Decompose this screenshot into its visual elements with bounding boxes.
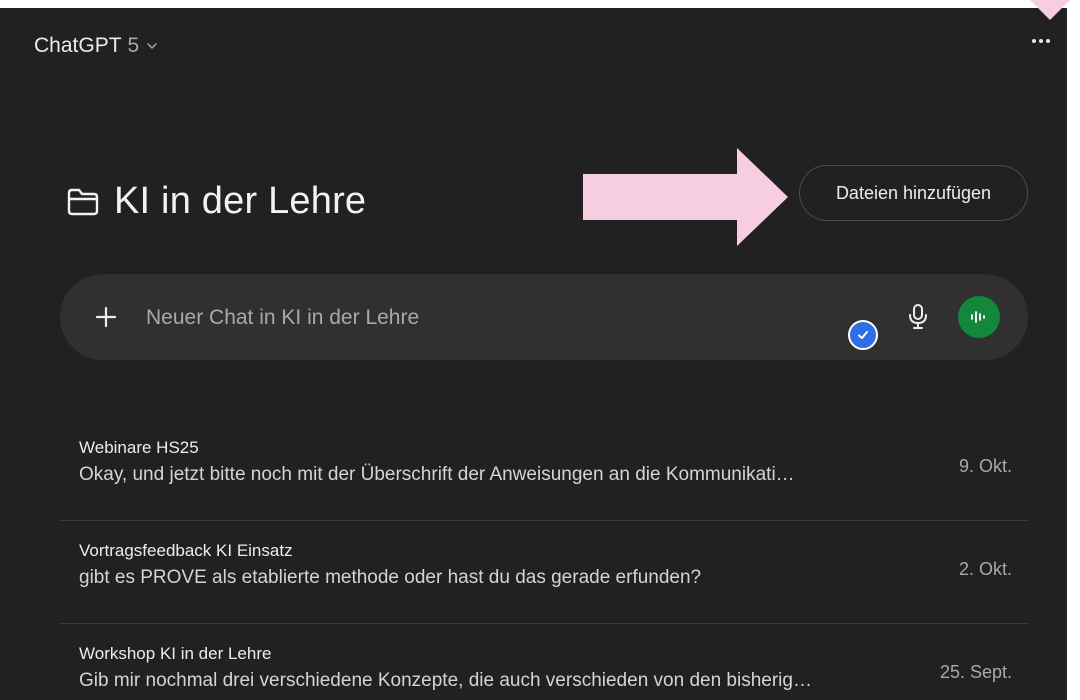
chat-list: Webinare HS25 Okay, und jetzt bitte noch… <box>60 418 1028 700</box>
chat-list-item[interactable]: Vortragsfeedback KI Einsatz gibt es PROV… <box>60 521 1028 624</box>
chat-title: Webinare HS25 <box>79 438 199 457</box>
chat-list-item[interactable]: Workshop KI in der Lehre Gib mir nochmal… <box>60 624 1028 700</box>
microphone-icon[interactable] <box>906 303 930 331</box>
voice-waveform-icon <box>971 311 985 323</box>
model-selector[interactable]: ChatGPT 5 <box>34 34 159 58</box>
add-files-button[interactable]: Dateien hinzufügen <box>799 165 1028 221</box>
chat-composer <box>60 274 1028 360</box>
chat-snippet: gibt es PROVE als etablierte methode ode… <box>79 567 702 588</box>
annotation-arrow <box>583 148 788 246</box>
project-title: KI in der Lehre <box>114 180 367 222</box>
chevron-down-icon <box>147 43 157 49</box>
chat-snippet: Gib mir nochmal drei verschiedene Konzep… <box>79 670 812 691</box>
project-header: KI in der Lehre <box>66 180 366 223</box>
model-version: 5 <box>127 34 140 57</box>
chat-date: 25. Sept. <box>939 662 1012 682</box>
chat-list-item[interactable]: Webinare HS25 Okay, und jetzt bitte noch… <box>60 418 1028 521</box>
chat-title: Vortragsfeedback KI Einsatz <box>79 541 293 560</box>
annotation-arrow-tip <box>1030 0 1070 20</box>
voice-mode-button[interactable] <box>958 296 1000 338</box>
app-name: ChatGPT <box>34 34 122 57</box>
folder-icon <box>67 188 99 215</box>
chat-title: Workshop KI in der Lehre <box>79 644 272 663</box>
chat-date: 2. Okt. <box>958 559 1012 579</box>
chat-date: 9. Okt. <box>958 456 1012 476</box>
chatgpt-window: ChatGPT 5 KI in der Lehre Dateien hinzuf… <box>0 8 1067 700</box>
new-chat-input[interactable] <box>144 302 788 334</box>
more-dots-icon[interactable] <box>1029 34 1053 48</box>
plus-icon[interactable] <box>94 305 118 329</box>
chat-snippet: Okay, und jetzt bitte noch mit der Übers… <box>79 464 795 485</box>
check-badge-icon <box>848 320 878 350</box>
